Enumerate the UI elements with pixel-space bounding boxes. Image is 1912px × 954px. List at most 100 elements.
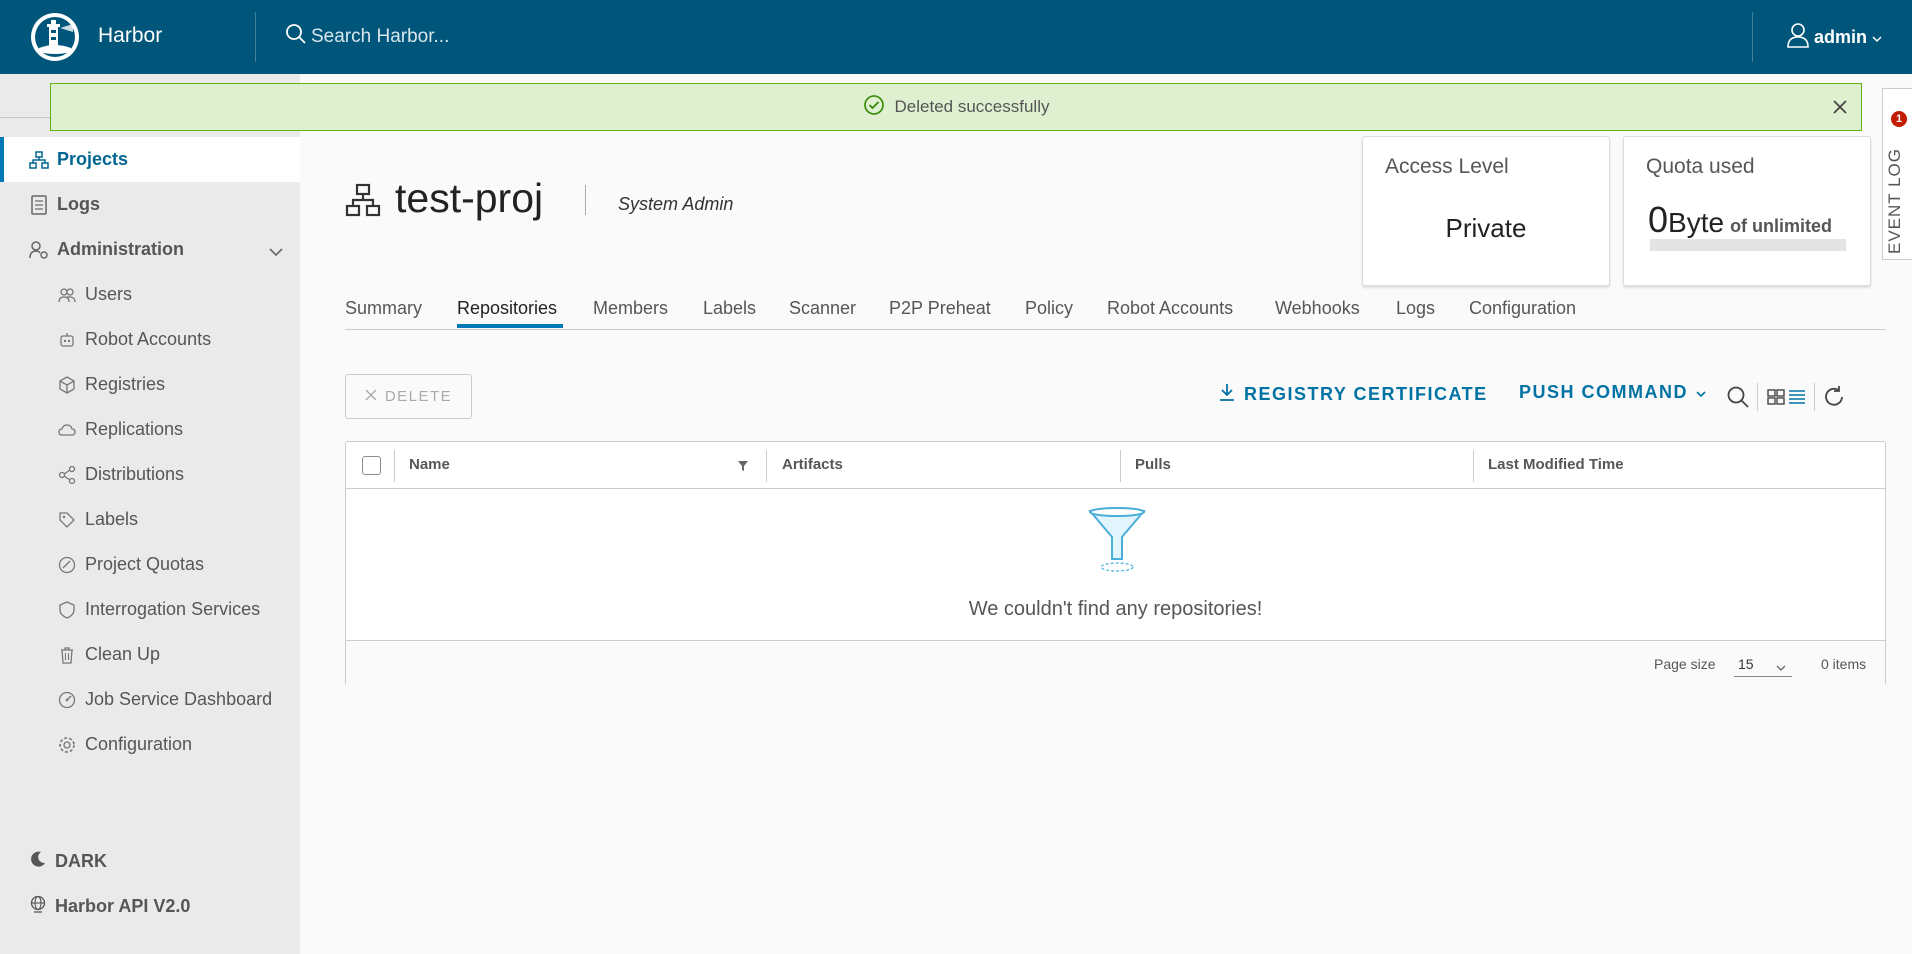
- push-command-label: PUSH COMMAND: [1519, 382, 1688, 402]
- list-view-icon[interactable]: [1788, 389, 1806, 410]
- active-tab-indicator: [457, 324, 563, 328]
- tab-logs[interactable]: Logs: [1396, 298, 1435, 319]
- brand-name[interactable]: Harbor: [98, 24, 162, 48]
- harbor-api-link[interactable]: Harbor API V2.0: [29, 895, 190, 918]
- sidebar-item-replications[interactable]: Replications: [0, 407, 300, 452]
- page-size-label: Page size: [1654, 656, 1716, 672]
- column-header-name[interactable]: Name: [409, 456, 450, 473]
- tab-repositories[interactable]: Repositories: [457, 298, 557, 319]
- sidebar-item-label: Project Quotas: [85, 554, 205, 574]
- empty-funnel-icon: [1087, 507, 1147, 580]
- push-command-dropdown[interactable]: PUSH COMMAND: [1519, 382, 1706, 403]
- global-search[interactable]: [285, 23, 711, 50]
- sidebar-item-projects[interactable]: Projects: [0, 137, 300, 182]
- sidebar-item-label: Logs: [57, 194, 100, 214]
- table-header: Name Artifacts Pulls Last Modified Time: [346, 442, 1885, 489]
- sidebar-item-distributions[interactable]: Distributions: [0, 452, 300, 497]
- column-header-last-modified[interactable]: Last Modified Time: [1488, 456, 1624, 473]
- replications-icon: [57, 420, 77, 440]
- header-divider: [1752, 12, 1753, 62]
- app-header: Harbor admin: [0, 0, 1912, 74]
- sidebar-item-label: Projects: [57, 149, 129, 169]
- harbor-logo-icon[interactable]: [29, 12, 81, 62]
- check-circle-icon: [863, 94, 885, 121]
- project-icon: [345, 183, 381, 222]
- sidebar-item-clean-up[interactable]: Clean Up: [0, 632, 300, 677]
- column-divider: [394, 450, 395, 482]
- event-log-label: EVENT LOG: [1885, 148, 1904, 254]
- delete-button[interactable]: DELETE: [345, 374, 472, 419]
- column-header-artifacts[interactable]: Artifacts: [782, 456, 843, 473]
- labels-icon: [57, 510, 77, 530]
- sidebar-item-users[interactable]: Users: [0, 272, 300, 317]
- gear-icon: [57, 735, 77, 755]
- column-divider: [766, 450, 767, 482]
- tab-scanner[interactable]: Scanner: [789, 298, 856, 319]
- tab-webhooks[interactable]: Webhooks: [1275, 298, 1360, 319]
- success-alert: Deleted successfully: [50, 83, 1862, 131]
- trash-icon: [57, 645, 77, 665]
- sidebar-item-administration[interactable]: Administration: [0, 227, 300, 272]
- sidebar-item-label: Clean Up: [85, 644, 161, 664]
- sidebar-item-interrogation-services[interactable]: Interrogation Services: [0, 587, 300, 632]
- close-icon[interactable]: [1829, 96, 1851, 118]
- quota-card: Quota used 0Byte of unlimited: [1623, 136, 1871, 286]
- sidebar-item-label: Users: [85, 284, 133, 304]
- projects-icon: [29, 150, 49, 170]
- project-tabs: Summary Repositories Members Labels Scan…: [345, 290, 1886, 330]
- event-log-tab[interactable]: 1 EVENT LOG: [1882, 88, 1912, 260]
- api-globe-icon: [29, 895, 47, 918]
- access-level-value: Private: [1445, 213, 1527, 243]
- tab-configuration[interactable]: Configuration: [1469, 298, 1576, 319]
- user-menu[interactable]: admin: [1786, 22, 1883, 53]
- sidebar-item-job-service-dashboard[interactable]: Job Service Dashboard: [0, 677, 300, 722]
- items-count: 0 items: [1821, 656, 1867, 672]
- sidebar-item-configuration[interactable]: Configuration: [0, 722, 300, 767]
- select-all-checkbox[interactable]: [362, 456, 381, 475]
- sidebar-item-label: Administration: [57, 239, 185, 259]
- search-input[interactable]: [311, 25, 711, 48]
- tab-robot-accounts[interactable]: Robot Accounts: [1107, 298, 1233, 319]
- moon-icon: [29, 850, 47, 873]
- tab-labels[interactable]: Labels: [703, 298, 756, 319]
- card-title: Access Level: [1385, 155, 1509, 178]
- sidebar-item-label: Labels: [85, 509, 139, 529]
- sidebar-item-registries[interactable]: Registries: [0, 362, 300, 407]
- dark-mode-label: DARK: [55, 851, 107, 871]
- sidebar-item-robot-accounts[interactable]: Robot Accounts: [0, 317, 300, 362]
- quota-limit: of unlimited: [1730, 216, 1833, 236]
- title-divider: [585, 185, 586, 215]
- registry-certificate-button[interactable]: REGISTRY CERTIFICATE: [1218, 382, 1488, 407]
- page-size-select[interactable]: 15: [1734, 651, 1792, 677]
- tab-p2p-preheat[interactable]: P2P Preheat: [889, 298, 991, 319]
- logs-icon: [29, 194, 49, 215]
- toolbar-divider: [1814, 383, 1815, 411]
- close-icon: [365, 388, 377, 405]
- quotas-icon: [57, 555, 77, 575]
- refresh-icon[interactable]: [1822, 385, 1846, 414]
- sidebar-item-label: Replications: [85, 419, 184, 439]
- search-icon[interactable]: [1726, 385, 1750, 414]
- quota-progress-bar: [1650, 239, 1846, 251]
- tab-policy[interactable]: Policy: [1025, 298, 1073, 319]
- quota-value: 0Byte of unlimited: [1648, 199, 1832, 241]
- shield-icon: [57, 600, 77, 620]
- column-header-pulls[interactable]: Pulls: [1135, 456, 1171, 473]
- repositories-table: Name Artifacts Pulls Last Modified Time …: [345, 441, 1886, 686]
- chevron-down-icon: [1696, 382, 1706, 403]
- sidebar-item-labels[interactable]: Labels: [0, 497, 300, 542]
- administration-icon: [29, 240, 49, 260]
- sidebar-item-project-quotas[interactable]: Project Quotas: [0, 542, 300, 587]
- filter-icon[interactable]: [737, 459, 749, 477]
- username: admin: [1814, 27, 1868, 47]
- tab-members[interactable]: Members: [593, 298, 668, 319]
- tab-summary[interactable]: Summary: [345, 298, 422, 319]
- chevron-down-icon[interactable]: [268, 241, 284, 262]
- column-divider: [1473, 450, 1474, 482]
- dark-mode-toggle[interactable]: DARK: [29, 850, 107, 873]
- card-view-icon[interactable]: [1767, 389, 1785, 410]
- event-log-badge: 1: [1891, 111, 1907, 127]
- access-level-card: Access Level Private: [1362, 136, 1610, 286]
- sidebar-item-logs[interactable]: Logs: [0, 182, 300, 227]
- sidebar: Projects Logs Administration Users Robot…: [0, 74, 300, 954]
